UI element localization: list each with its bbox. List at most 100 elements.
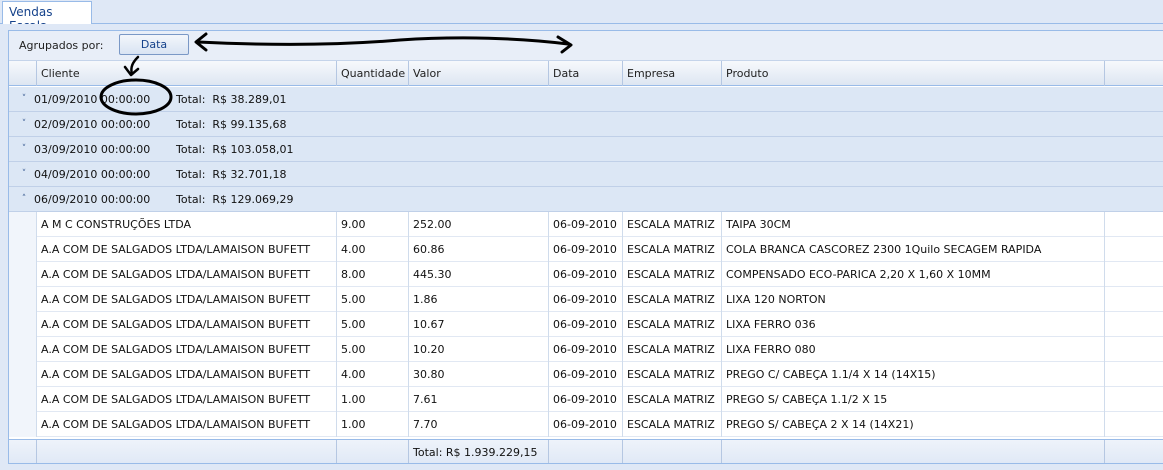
table-row[interactable]: A.A COM DE SALGADOS LTDA/LAMAISON BUFETT… [9, 312, 1163, 337]
cell-empresa[interactable]: ESCALA MATRIZ [622, 337, 721, 362]
cell-produto[interactable]: PREGO S/ CABEÇA 1.1/2 X 15 [721, 387, 1104, 412]
cell-valor[interactable]: 60.86 [408, 237, 548, 262]
cell-data[interactable]: 06-09-2010 [548, 237, 622, 262]
group-date: 06/09/2010 00:00:00 [34, 193, 151, 206]
expand-toggle-icon[interactable]: ˄ [18, 193, 30, 205]
group-total-label: Total: [176, 93, 206, 106]
table-row[interactable]: A M C CONSTRUÇÕES LTDA 9.00 252.00 06-09-20… [9, 212, 1163, 237]
cell-produto[interactable]: TAIPA 30CM [721, 212, 1104, 237]
group-row[interactable]: ˅ 04/09/2010 00:00:00 Total: R$ 32.701,1… [9, 162, 1163, 187]
cell-quantidade[interactable]: 9.00 [336, 212, 408, 237]
cell-quantidade[interactable]: 5.00 [336, 312, 408, 337]
cell-empresa[interactable]: ESCALA MATRIZ [622, 262, 721, 287]
tab-vendas-escala[interactable]: Vendas Escala [2, 1, 92, 33]
cell-cliente[interactable]: A.A COM DE SALGADOS LTDA/LAMAISON BUFETT [36, 362, 336, 387]
summary-footer: Total: R$ 1.939.229,15 [9, 439, 1163, 463]
cell-produto[interactable]: LIXA 120 NORTON [721, 287, 1104, 312]
column-header-empresa[interactable]: Empresa [622, 61, 721, 86]
cell-quantidade[interactable]: 4.00 [336, 362, 408, 387]
cell-quantidade[interactable]: 5.00 [336, 337, 408, 362]
group-row-expanded[interactable]: ˄ 06/09/2010 00:00:00 Total: R$ 129.069,… [9, 187, 1163, 212]
cell-valor[interactable]: 30.80 [408, 362, 548, 387]
group-row[interactable]: ˅ 01/09/2010 00:00:00 Total: R$ 38.289,0… [9, 87, 1163, 112]
column-header-produto[interactable]: Produto [721, 61, 1104, 86]
group-by-chip-data[interactable]: Data [119, 34, 189, 55]
group-row[interactable]: ˅ 03/09/2010 00:00:00 Total: R$ 103.058,… [9, 137, 1163, 162]
cell-valor[interactable]: 1.86 [408, 287, 548, 312]
cell-data[interactable]: 06-09-2010 [548, 337, 622, 362]
table-row[interactable]: A.A COM DE SALGADOS LTDA/LAMAISON BUFETT… [9, 287, 1163, 312]
cell-data[interactable]: 06-09-2010 [548, 362, 622, 387]
collapse-toggle-icon[interactable]: ˅ [18, 143, 30, 155]
header-indent [9, 61, 36, 86]
cell-valor[interactable]: 7.61 [408, 387, 548, 412]
column-header-data[interactable]: Data [548, 61, 622, 86]
collapse-toggle-icon[interactable]: ˅ [18, 118, 30, 130]
collapse-toggle-icon[interactable]: ˅ [18, 168, 30, 180]
cell-quantidade[interactable]: 4.00 [336, 237, 408, 262]
footer-cell-cliente [36, 440, 336, 463]
column-header-cliente[interactable]: Cliente [36, 61, 336, 86]
cell-empresa[interactable]: ESCALA MATRIZ [622, 212, 721, 237]
cell-produto[interactable]: PREGO C/ CABEÇA 1.1/4 X 14 (14X15) [721, 362, 1104, 387]
group-total-value: R$ 103.058,01 [212, 143, 294, 156]
cell-filler [1104, 237, 1163, 262]
cell-data[interactable]: 06-09-2010 [548, 212, 622, 237]
cell-cliente[interactable]: A.A COM DE SALGADOS LTDA/LAMAISON BUFETT [36, 312, 336, 337]
group-total: Total: R$ 129.069,29 [176, 193, 294, 206]
cell-data[interactable]: 06-09-2010 [548, 387, 622, 412]
group-by-panel: Agrupados por: Data [9, 31, 1163, 61]
column-header-valor[interactable]: Valor [408, 61, 548, 86]
group-total-value: R$ 129.069,29 [212, 193, 294, 206]
cell-valor[interactable]: 445.30 [408, 262, 548, 287]
cell-filler [1104, 412, 1163, 437]
cell-filler [1104, 387, 1163, 412]
cell-cliente[interactable]: A M C CONSTRUÇÕES LTDA [36, 212, 336, 237]
cell-quantidade[interactable]: 1.00 [336, 412, 408, 437]
cell-produto[interactable]: LIXA FERRO 036 [721, 312, 1104, 337]
table-row[interactable]: A.A COM DE SALGADOS LTDA/LAMAISON BUFETT… [9, 337, 1163, 362]
cell-cliente[interactable]: A.A COM DE SALGADOS LTDA/LAMAISON BUFETT [36, 387, 336, 412]
collapse-toggle-icon[interactable]: ˅ [18, 93, 30, 105]
cell-empresa[interactable]: ESCALA MATRIZ [622, 387, 721, 412]
group-row[interactable]: ˅ 02/09/2010 00:00:00 Total: R$ 99.135,6… [9, 112, 1163, 137]
cell-data[interactable]: 06-09-2010 [548, 412, 622, 437]
cell-valor[interactable]: 10.20 [408, 337, 548, 362]
cell-quantidade[interactable]: 1.00 [336, 387, 408, 412]
table-row[interactable]: A.A COM DE SALGADOS LTDA/LAMAISON BUFETT… [9, 387, 1163, 412]
cell-valor[interactable]: 252.00 [408, 212, 548, 237]
table-row[interactable]: A.A COM DE SALGADOS LTDA/LAMAISON BUFETT… [9, 362, 1163, 387]
cell-empresa[interactable]: ESCALA MATRIZ [622, 237, 721, 262]
table-row[interactable]: A.A COM DE SALGADOS LTDA/LAMAISON BUFETT… [9, 412, 1163, 437]
table-row[interactable]: A.A COM DE SALGADOS LTDA/LAMAISON BUFETT… [9, 237, 1163, 262]
cell-empresa[interactable]: ESCALA MATRIZ [622, 312, 721, 337]
group-total: Total: R$ 99.135,68 [176, 118, 287, 131]
cell-produto[interactable]: COMPENSADO ECO-PARICA 2,20 X 1,60 X 10MM [721, 262, 1104, 287]
row-indent [9, 312, 36, 337]
cell-empresa[interactable]: ESCALA MATRIZ [622, 412, 721, 437]
table-row[interactable]: A.A COM DE SALGADOS LTDA/LAMAISON BUFETT… [9, 262, 1163, 287]
cell-quantidade[interactable]: 8.00 [336, 262, 408, 287]
cell-cliente[interactable]: A.A COM DE SALGADOS LTDA/LAMAISON BUFETT [36, 237, 336, 262]
cell-empresa[interactable]: ESCALA MATRIZ [622, 362, 721, 387]
cell-valor[interactable]: 10.67 [408, 312, 548, 337]
cell-cliente[interactable]: A.A COM DE SALGADOS LTDA/LAMAISON BUFETT [36, 412, 336, 437]
group-total-value: R$ 38.289,01 [212, 93, 287, 106]
cell-filler [1104, 362, 1163, 387]
cell-data[interactable]: 06-09-2010 [548, 262, 622, 287]
column-header-quantidade[interactable]: Quantidade [336, 61, 408, 86]
group-date: 01/09/2010 00:00:00 [34, 93, 151, 106]
cell-cliente[interactable]: A.A COM DE SALGADOS LTDA/LAMAISON BUFETT [36, 337, 336, 362]
footer-cell-data [548, 440, 622, 463]
cell-data[interactable]: 06-09-2010 [548, 312, 622, 337]
cell-produto[interactable]: COLA BRANCA CASCOREZ 2300 1Quilo SECAGEM… [721, 237, 1104, 262]
cell-quantidade[interactable]: 5.00 [336, 287, 408, 312]
group-total-value: R$ 32.701,18 [212, 168, 287, 181]
cell-cliente[interactable]: A.A COM DE SALGADOS LTDA/LAMAISON BUFETT [36, 262, 336, 287]
cell-produto[interactable]: PREGO S/ CABEÇA 2 X 14 (14X21) [721, 412, 1104, 437]
cell-cliente[interactable]: A.A COM DE SALGADOS LTDA/LAMAISON BUFETT [36, 287, 336, 312]
cell-produto[interactable]: LIXA FERRO 080 [721, 337, 1104, 362]
cell-valor[interactable]: 7.70 [408, 412, 548, 437]
cell-empresa[interactable]: ESCALA MATRIZ [622, 287, 721, 312]
cell-data[interactable]: 06-09-2010 [548, 287, 622, 312]
